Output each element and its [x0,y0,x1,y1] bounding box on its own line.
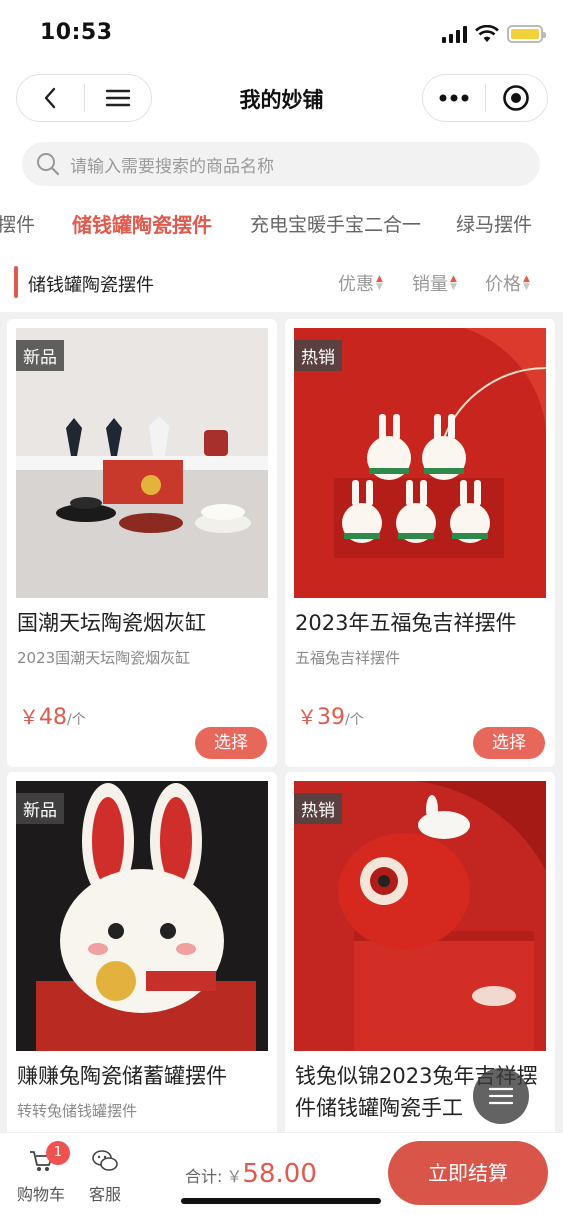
search-icon [37,153,60,176]
search-placeholder: 请输入需要搜索的商品名称 [70,156,274,177]
product-name: 2023年五福兔吉祥摆件 [295,611,517,635]
product-image[interactable]: 新品 [16,328,268,598]
battery-icon [507,25,546,43]
home-indicator [181,1198,381,1204]
price-unit: /个 [345,712,364,728]
cart-count-badge: 1 [46,1141,70,1165]
product-image[interactable]: 热销 [294,781,546,1051]
product-desc: 2023国潮天坛陶瓷烟灰缸 [17,649,191,667]
product-image[interactable]: 新品 [16,781,268,1051]
section-header: 储钱罐陶瓷摆件 优惠 ▲ ▼ 销量 ▲ ▼ 价格 ▲ ▼ [0,262,563,302]
section-title: 储钱罐陶瓷摆件 [28,275,154,296]
total-price: 合计: ￥58.00 [185,1159,317,1189]
sort-arrows-icon: ▲ ▼ [376,274,383,292]
product-card[interactable]: 热销 2023年五福兔吉祥摆件 五福兔吉祥摆件 ￥39/个 选择 [285,319,555,767]
product-badge: 热销 [294,793,342,824]
product-card[interactable]: 新品 赚赚兔陶瓷储蓄罐摆件 转转兔储钱罐摆件 [7,772,277,1132]
select-button[interactable]: 选择 [195,727,267,759]
sort-arrows-icon: ▲ ▼ [523,274,530,292]
price-currency: ￥ [297,705,317,729]
product-badge: 新品 [16,340,64,371]
cart-button[interactable]: 购物车 1 [16,1141,70,1205]
product-badge: 新品 [16,793,64,824]
price-currency: ￥ [19,705,39,729]
sort-label: 优惠 [338,274,374,295]
product-desc: 五福兔吉祥摆件 [295,649,401,667]
sort-sales[interactable]: 销量 ▲ ▼ [412,270,457,296]
signal-icon [442,25,467,43]
chat-icon [92,1150,118,1171]
bottom-bar: 购物车 1 客服 合计: ￥58.00 立即结算 [0,1132,563,1218]
total-amount: 58.00 [242,1159,317,1189]
product-card[interactable]: 新品 国潮天坛陶瓷烟灰缸 2023国潮天坛陶瓷烟灰缸 ￥48/个 选择 [7,319,277,767]
status-icons [442,24,546,44]
tab-chuqianguan[interactable]: 储钱罐陶瓷摆件 [72,209,212,238]
tab-chongdianbao[interactable]: 充电宝暖手宝二合一 [250,210,421,237]
product-name: 赚赚兔陶瓷储蓄罐摆件 [17,1064,227,1088]
category-tabs: 摆件 储钱罐陶瓷摆件 充电宝暖手宝二合一 绿马摆件 [0,206,563,242]
product-grid: 新品 国潮天坛陶瓷烟灰缸 2023国潮天坛陶瓷烟灰缸 ￥48/个 选择 热销 2… [0,312,563,1132]
customer-service-button[interactable]: 客服 [80,1149,130,1205]
price-unit: /个 [67,712,86,728]
nav-right-capsule [422,74,548,122]
cart-label: 购物车 [16,1185,65,1204]
more-icon [439,94,469,102]
price-value: 48 [39,705,67,730]
close-miniprogram-button[interactable] [486,75,548,121]
sort-arrows-icon: ▲ ▼ [450,274,457,292]
wifi-icon [475,25,499,42]
select-button[interactable]: 选择 [473,727,545,759]
target-icon [503,85,530,111]
product-name: 国潮天坛陶瓷烟灰缸 [17,611,206,635]
total-currency: ￥ [226,1167,243,1186]
sort-price[interactable]: 价格 ▲ ▼ [485,270,530,296]
search-input[interactable]: 请输入需要搜索的商品名称 [22,142,540,186]
status-time: 10:53 [40,20,113,45]
tab-lvma[interactable]: 绿马摆件 [456,210,532,237]
total-label: 合计: [185,1167,223,1186]
navbar: 我的妙铺 [0,74,563,124]
status-bar: 10:53 [0,0,563,66]
sort-discount[interactable]: 优惠 ▲ ▼ [338,270,383,296]
product-badge: 热销 [294,340,342,371]
floating-menu-button[interactable] [473,1068,529,1124]
section-accent-bar [14,266,18,298]
sort-label: 价格 [485,274,521,295]
product-desc: 转转兔储钱罐摆件 [17,1102,138,1120]
sort-label: 销量 [412,274,448,295]
checkout-button[interactable]: 立即结算 [388,1141,548,1205]
product-price: ￥39/个 [297,701,364,730]
float-menu-icon [488,1087,514,1105]
service-label: 客服 [88,1185,121,1204]
more-button[interactable] [423,75,485,121]
product-price: ￥48/个 [19,701,86,730]
product-image[interactable]: 热销 [294,328,546,598]
price-value: 39 [317,705,345,730]
tab-bajian[interactable]: 摆件 [0,210,35,237]
